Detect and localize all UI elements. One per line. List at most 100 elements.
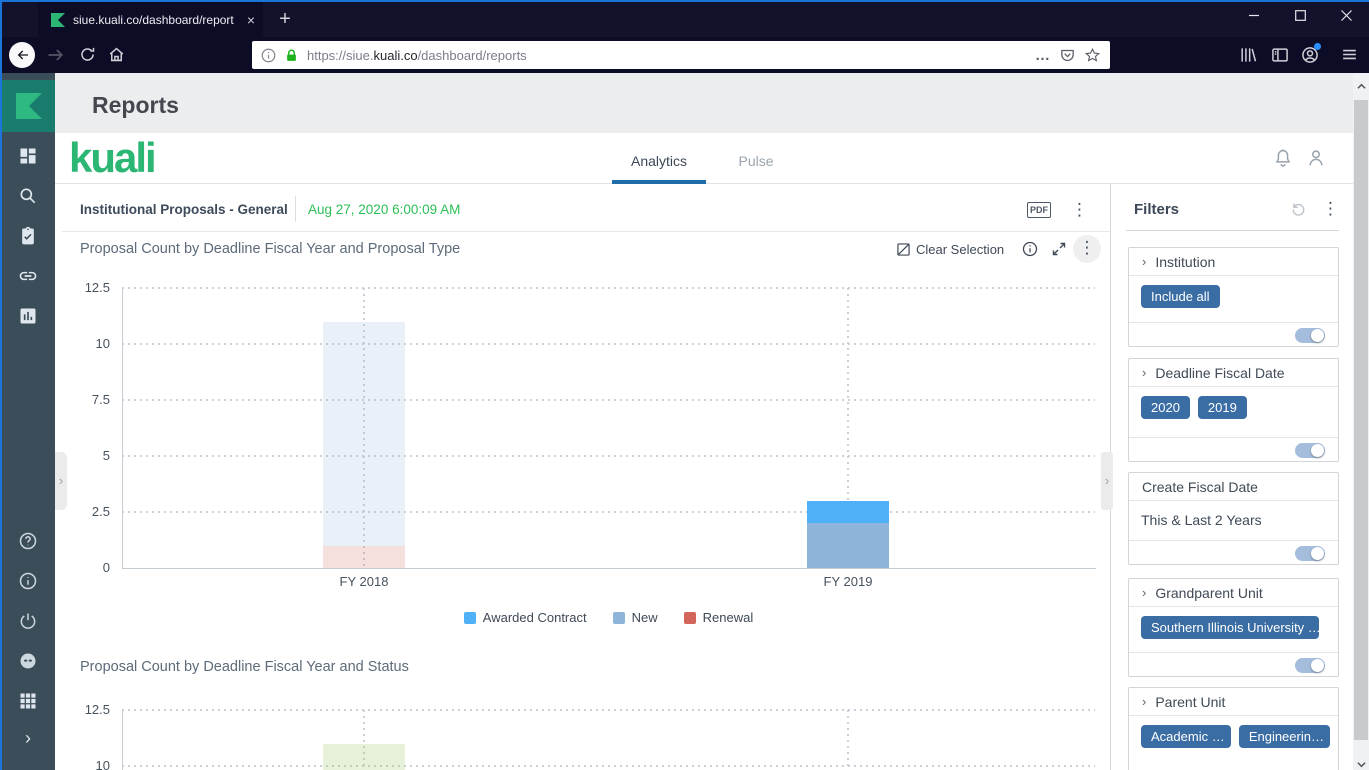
browser-tab[interactable]: siue.kuali.co/dashboard/report × (38, 2, 263, 37)
legend-item[interactable]: Renewal (683, 610, 753, 625)
sidebar-item-logout[interactable] (18, 611, 38, 631)
x-axis-line (122, 568, 1096, 569)
expand-chart-icon[interactable] (1051, 241, 1067, 257)
sidebar-item-reports[interactable] (18, 306, 38, 326)
legend-label: Awarded Contract (482, 610, 587, 625)
window-accent-border (0, 0, 2, 770)
grid-line (122, 765, 1095, 767)
tab-title: siue.kuali.co/dashboard/report (73, 12, 234, 27)
page-header-bar (55, 73, 1353, 133)
report-timestamp: Aug 27, 2020 6:00:09 AM (308, 202, 461, 217)
tab-analytics[interactable]: Analytics (612, 142, 706, 184)
sidebar-item-info[interactable] (18, 571, 38, 591)
new-tab-button[interactable]: + (272, 7, 298, 33)
kuali-favicon-icon (51, 12, 65, 27)
report-menu-icon[interactable]: ⋮ (1071, 200, 1088, 220)
filter-card-header[interactable]: › Institution (1129, 248, 1338, 276)
sidebars-icon[interactable] (1270, 45, 1290, 65)
legend-item[interactable]: New (612, 610, 658, 625)
filter-card-label: Grandparent Unit (1155, 584, 1263, 601)
chart-title: Proposal Count by Deadline Fiscal Year a… (80, 659, 409, 675)
filter-card-header[interactable]: › Parent Unit (1129, 688, 1338, 716)
divider (62, 231, 1110, 232)
scrollbar[interactable] (1353, 73, 1369, 770)
reset-filters-icon[interactable] (1289, 200, 1308, 219)
refresh-button[interactable] (78, 45, 98, 65)
legend-swatch-icon (612, 611, 625, 624)
filter-toggle[interactable] (1295, 443, 1325, 458)
sidebar-item-search[interactable] (18, 186, 38, 206)
filter-toggle-row (1129, 437, 1338, 461)
tab-pulse[interactable]: Pulse (713, 142, 799, 184)
grid-line (122, 287, 1095, 289)
filter-chip[interactable]: 2019 (1197, 396, 1247, 419)
filters-menu-icon[interactable]: ⋮ (1322, 199, 1339, 219)
https-lock-icon[interactable] (284, 48, 299, 63)
bar-segment[interactable] (807, 523, 889, 568)
filter-card-header[interactable]: › Grandparent Unit (1129, 579, 1338, 607)
library-icon[interactable] (1238, 45, 1258, 65)
filter-card-header[interactable]: Create Fiscal Date (1129, 473, 1338, 501)
filter-chip[interactable]: Academic … (1141, 725, 1231, 748)
filter-toggle[interactable] (1295, 546, 1325, 561)
filter-toggle[interactable] (1295, 328, 1325, 343)
sidebar-expand-icon[interactable]: › (18, 728, 38, 748)
sidebar-item-tasks[interactable] (18, 226, 38, 246)
scroll-down-icon[interactable] (1357, 756, 1366, 768)
bar-segment[interactable] (323, 743, 405, 770)
site-info-icon[interactable] (261, 48, 276, 63)
bar-segment[interactable] (323, 321, 405, 546)
filter-toggle-row (1129, 322, 1338, 346)
filter-chip[interactable]: Southern Illinois University … (1141, 616, 1319, 639)
sidebar-item-links[interactable] (18, 266, 38, 286)
sidebar-item-apps[interactable] (18, 691, 38, 711)
browser-window: siue.kuali.co/dashboard/report × + https… (0, 0, 1369, 770)
pdf-button[interactable]: PDF (1027, 202, 1051, 218)
chart-menu-icon[interactable]: ⋮ (1073, 235, 1101, 263)
filter-card-label: Deadline Fiscal Date (1155, 364, 1285, 381)
filter-card-body: Southern Illinois University … (1129, 607, 1338, 652)
filter-chip[interactable]: 2020 (1141, 396, 1190, 419)
window-maximize-button[interactable] (1277, 0, 1323, 31)
forward-button[interactable] (46, 45, 66, 65)
page-actions-icon[interactable]: … (1035, 47, 1051, 64)
filter-chip[interactable]: Engineerin… (1238, 725, 1330, 748)
window-minimize-button[interactable] (1231, 0, 1277, 31)
chart-legend: Awarded Contract New Renewal (122, 610, 1095, 625)
sidebar-item-dashboard[interactable] (18, 146, 38, 166)
pocket-icon[interactable] (1059, 47, 1076, 64)
filter-card-institution: › Institution Include all (1128, 247, 1339, 347)
y-axis-line (122, 288, 123, 568)
filter-toggle-row (1129, 652, 1338, 676)
kuali-wordmark: kuali (69, 134, 157, 181)
home-button[interactable] (107, 45, 127, 65)
address-bar[interactable]: https://siue.kuali.co/dashboard/reports … (252, 41, 1110, 69)
filter-chip[interactable]: Include all (1141, 285, 1220, 308)
tab-close-icon[interactable]: × (247, 12, 255, 28)
user-profile-icon[interactable] (1305, 147, 1327, 169)
grid-line (122, 709, 1095, 711)
account-icon[interactable] (1300, 43, 1321, 65)
y-axis-line (122, 710, 123, 770)
filter-card-label: Parent Unit (1155, 693, 1226, 710)
chart-info-icon[interactable] (1022, 241, 1038, 257)
legend-item[interactable]: Awarded Contract (463, 610, 587, 625)
bar-segment[interactable] (323, 545, 405, 568)
sidebar-item-help[interactable] (18, 531, 38, 551)
bar-segment[interactable] (807, 500, 889, 524)
page-title: Reports (92, 92, 179, 118)
filter-toggle[interactable] (1295, 658, 1325, 673)
sidebar-item-bot[interactable] (18, 651, 38, 671)
clear-selection-button[interactable]: Clear Selection (916, 242, 1004, 257)
bookmark-star-icon[interactable] (1084, 47, 1101, 64)
back-button[interactable] (9, 42, 35, 68)
scrollbar-thumb[interactable] (1354, 100, 1368, 740)
notifications-bell-icon[interactable] (1272, 147, 1294, 169)
window-close-button[interactable] (1323, 0, 1369, 31)
menu-icon[interactable] (1340, 45, 1360, 65)
legend-swatch-icon (463, 611, 476, 624)
scroll-up-icon[interactable] (1357, 78, 1366, 89)
clear-selection-icon[interactable] (897, 243, 910, 256)
filter-card-header[interactable]: › Deadline Fiscal Date (1129, 359, 1338, 387)
kuali-logo-block[interactable] (2, 80, 55, 132)
